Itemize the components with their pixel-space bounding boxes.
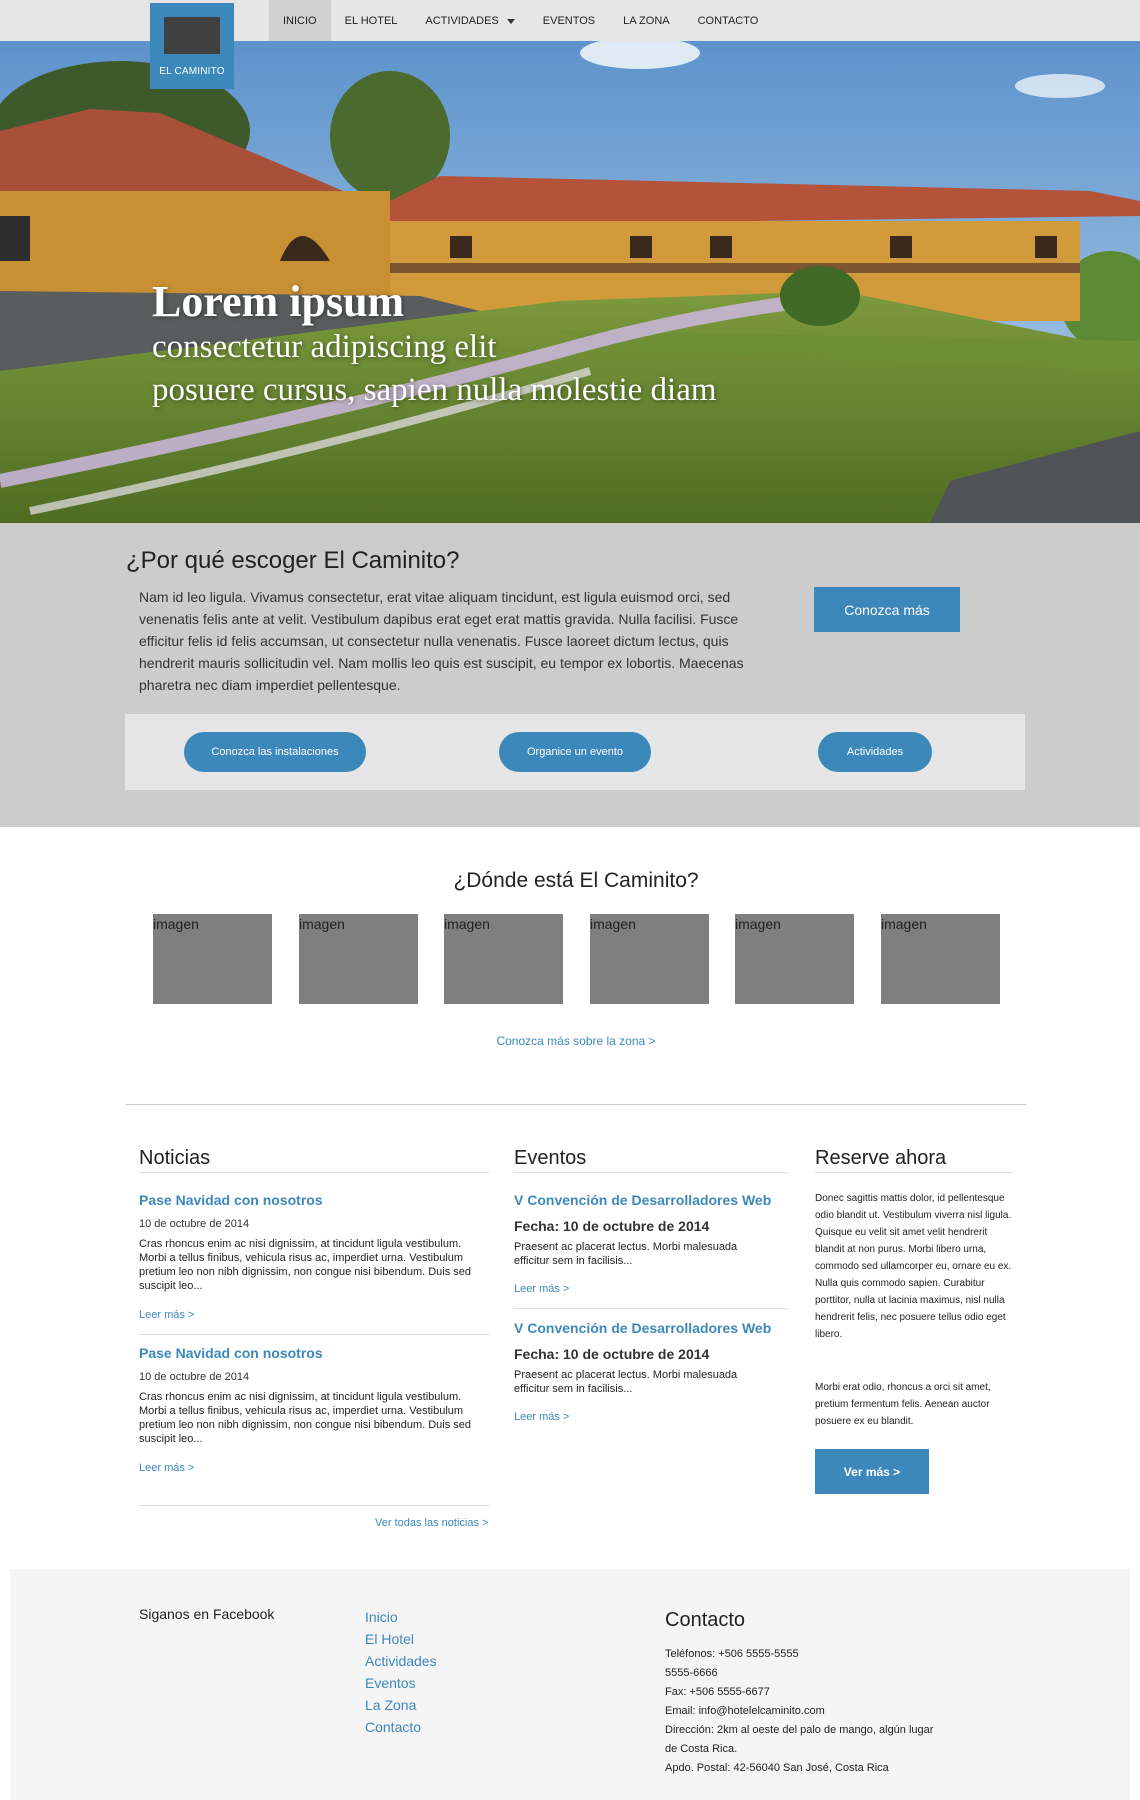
reserve-title-rule xyxy=(815,1172,1013,1173)
ver-mas-button[interactable]: Ver más > xyxy=(815,1449,929,1494)
footer-link-el-hotel[interactable]: El Hotel xyxy=(365,1628,437,1650)
organice-evento-button[interactable]: Organice un evento xyxy=(499,732,651,772)
reserve-title: Reserve ahora xyxy=(815,1147,947,1169)
zona-link[interactable]: Conozca más sobre la zona > xyxy=(0,1034,1140,1048)
contact-fax: Fax: +506 5555-6677 xyxy=(665,1686,770,1698)
news-title: Noticias xyxy=(139,1147,211,1169)
site-logo[interactable]: EL CAMINITO xyxy=(150,3,234,89)
hero-title: Lorem ipsum xyxy=(152,277,405,326)
contact-email: Email: info@hotelelcaminito.com xyxy=(665,1705,825,1717)
nav-item-contacto[interactable]: CONTACTO xyxy=(684,0,773,41)
nav-item-actividades[interactable]: ACTIVIDADES xyxy=(411,0,528,41)
event-body: Praesent ac placerat lectus. Morbi males… xyxy=(514,1241,738,1267)
zone-image: imagen xyxy=(444,914,563,1004)
footer-link-actividades[interactable]: Actividades xyxy=(365,1650,437,1672)
contact-title: Contacto xyxy=(665,1609,746,1631)
all-news-link[interactable]: Ver todas las noticias > xyxy=(375,1517,488,1529)
footer-nav: Inicio El Hotel Actividades Eventos La Z… xyxy=(365,1606,437,1738)
contact-po-box: Apdo. Postal: 42-56040 San José, Costa R… xyxy=(665,1762,889,1774)
event-read-more-link[interactable]: Leer más > xyxy=(514,1411,569,1423)
event-date: Fecha: 10 de octubre de 2014 xyxy=(514,1346,710,1362)
news-post-title[interactable]: Pase Navidad con nosotros xyxy=(139,1192,323,1208)
zone-image: imagen xyxy=(153,914,272,1004)
nav-item-el-hotel[interactable]: EL HOTEL xyxy=(331,0,412,41)
nav-item-eventos[interactable]: EVENTOS xyxy=(529,0,609,41)
main-menu: INICIO EL HOTEL ACTIVIDADES EVENTOS LA Z… xyxy=(269,0,772,41)
event-body: Praesent ac placerat lectus. Morbi males… xyxy=(514,1369,738,1395)
event-date: Fecha: 10 de octubre de 2014 xyxy=(514,1218,710,1234)
news-read-more-link[interactable]: Leer más > xyxy=(139,1309,194,1321)
event-title[interactable]: V Convención de Desarrolladores Web xyxy=(514,1320,771,1336)
footer-link-eventos[interactable]: Eventos xyxy=(365,1672,437,1694)
conozca-mas-button[interactable]: Conozca más xyxy=(814,587,960,632)
nav-item-inicio[interactable]: INICIO xyxy=(269,0,331,41)
hero-banner: Lorem ipsum consectetur adipiscing elit … xyxy=(0,41,1140,523)
why-section: ¿Por qué escoger El Caminito? Nam id leo… xyxy=(0,523,1140,827)
reserve-text-2: Morbi erat odio, rhoncus a orci sit amet… xyxy=(815,1382,991,1427)
reserve-text-1: Donec sagittis mattis dolor, id pellente… xyxy=(815,1193,1012,1340)
hero-subtitle-line-1: consectetur adipiscing elit xyxy=(152,329,497,365)
facebook-label: Siganos en Facebook xyxy=(139,1606,275,1622)
news-footer-divider xyxy=(139,1505,489,1506)
news-post-date: 10 de octubre de 2014 xyxy=(139,1371,250,1383)
event-title[interactable]: V Convención de Desarrolladores Web xyxy=(514,1192,771,1208)
why-title: ¿Por qué escoger El Caminito? xyxy=(126,547,460,574)
caret-down-icon xyxy=(506,18,515,24)
instalaciones-button[interactable]: Conozca las instalaciones xyxy=(184,732,366,772)
why-text: Nam id leo ligula. Vivamus consectetur, … xyxy=(139,589,744,693)
event-divider xyxy=(514,1308,788,1309)
contact-phones: Teléfonos: +506 5555-5555 xyxy=(665,1648,799,1660)
footer: Siganos en Facebook Inicio El Hotel Acti… xyxy=(10,1569,1130,1800)
news-post-title[interactable]: Pase Navidad con nosotros xyxy=(139,1345,323,1361)
where-title: ¿Dónde está El Caminito? xyxy=(453,869,699,892)
events-title: Eventos xyxy=(514,1147,587,1169)
contact-info: Teléfonos: +506 5555-5555 5555-6666 Fax:… xyxy=(665,1645,935,1778)
nav-item-la-zona[interactable]: LA ZONA xyxy=(609,0,683,41)
news-title-rule xyxy=(139,1172,489,1173)
event-read-more-link[interactable]: Leer más > xyxy=(514,1283,569,1295)
actividades-button[interactable]: Actividades xyxy=(818,732,932,772)
contact-address: Dirección: 2km al oeste del palo de mang… xyxy=(665,1724,934,1755)
news-post-body: Cras rhoncus enim ac nisi dignissim, at … xyxy=(139,1391,472,1445)
quick-links-bar: Conozca las instalaciones Organice un ev… xyxy=(125,714,1025,790)
logo-image-placeholder xyxy=(164,17,220,54)
footer-link-inicio[interactable]: Inicio xyxy=(365,1606,437,1628)
news-post-body: Cras rhoncus enim ac nisi dignissim, at … xyxy=(139,1238,472,1292)
zone-image: imagen xyxy=(590,914,709,1004)
news-post-date: 10 de octubre de 2014 xyxy=(139,1218,250,1230)
section-divider xyxy=(126,1104,1026,1105)
footer-link-contacto[interactable]: Contacto xyxy=(365,1716,437,1738)
hero-subtitle-line-2: posuere cursus, sapien nulla molestie di… xyxy=(152,372,717,408)
contact-phone-2: 5555-6666 xyxy=(665,1667,718,1679)
zone-image: imagen xyxy=(735,914,854,1004)
zone-image: imagen xyxy=(881,914,1000,1004)
hero-text: Lorem ipsum consectetur adipiscing elit … xyxy=(152,278,717,412)
logo-text: EL CAMINITO xyxy=(159,66,225,77)
events-title-rule xyxy=(514,1172,788,1173)
news-read-more-link[interactable]: Leer más > xyxy=(139,1462,194,1474)
footer-link-la-zona[interactable]: La Zona xyxy=(365,1694,437,1716)
zone-image: imagen xyxy=(299,914,418,1004)
news-post-divider xyxy=(139,1334,489,1335)
